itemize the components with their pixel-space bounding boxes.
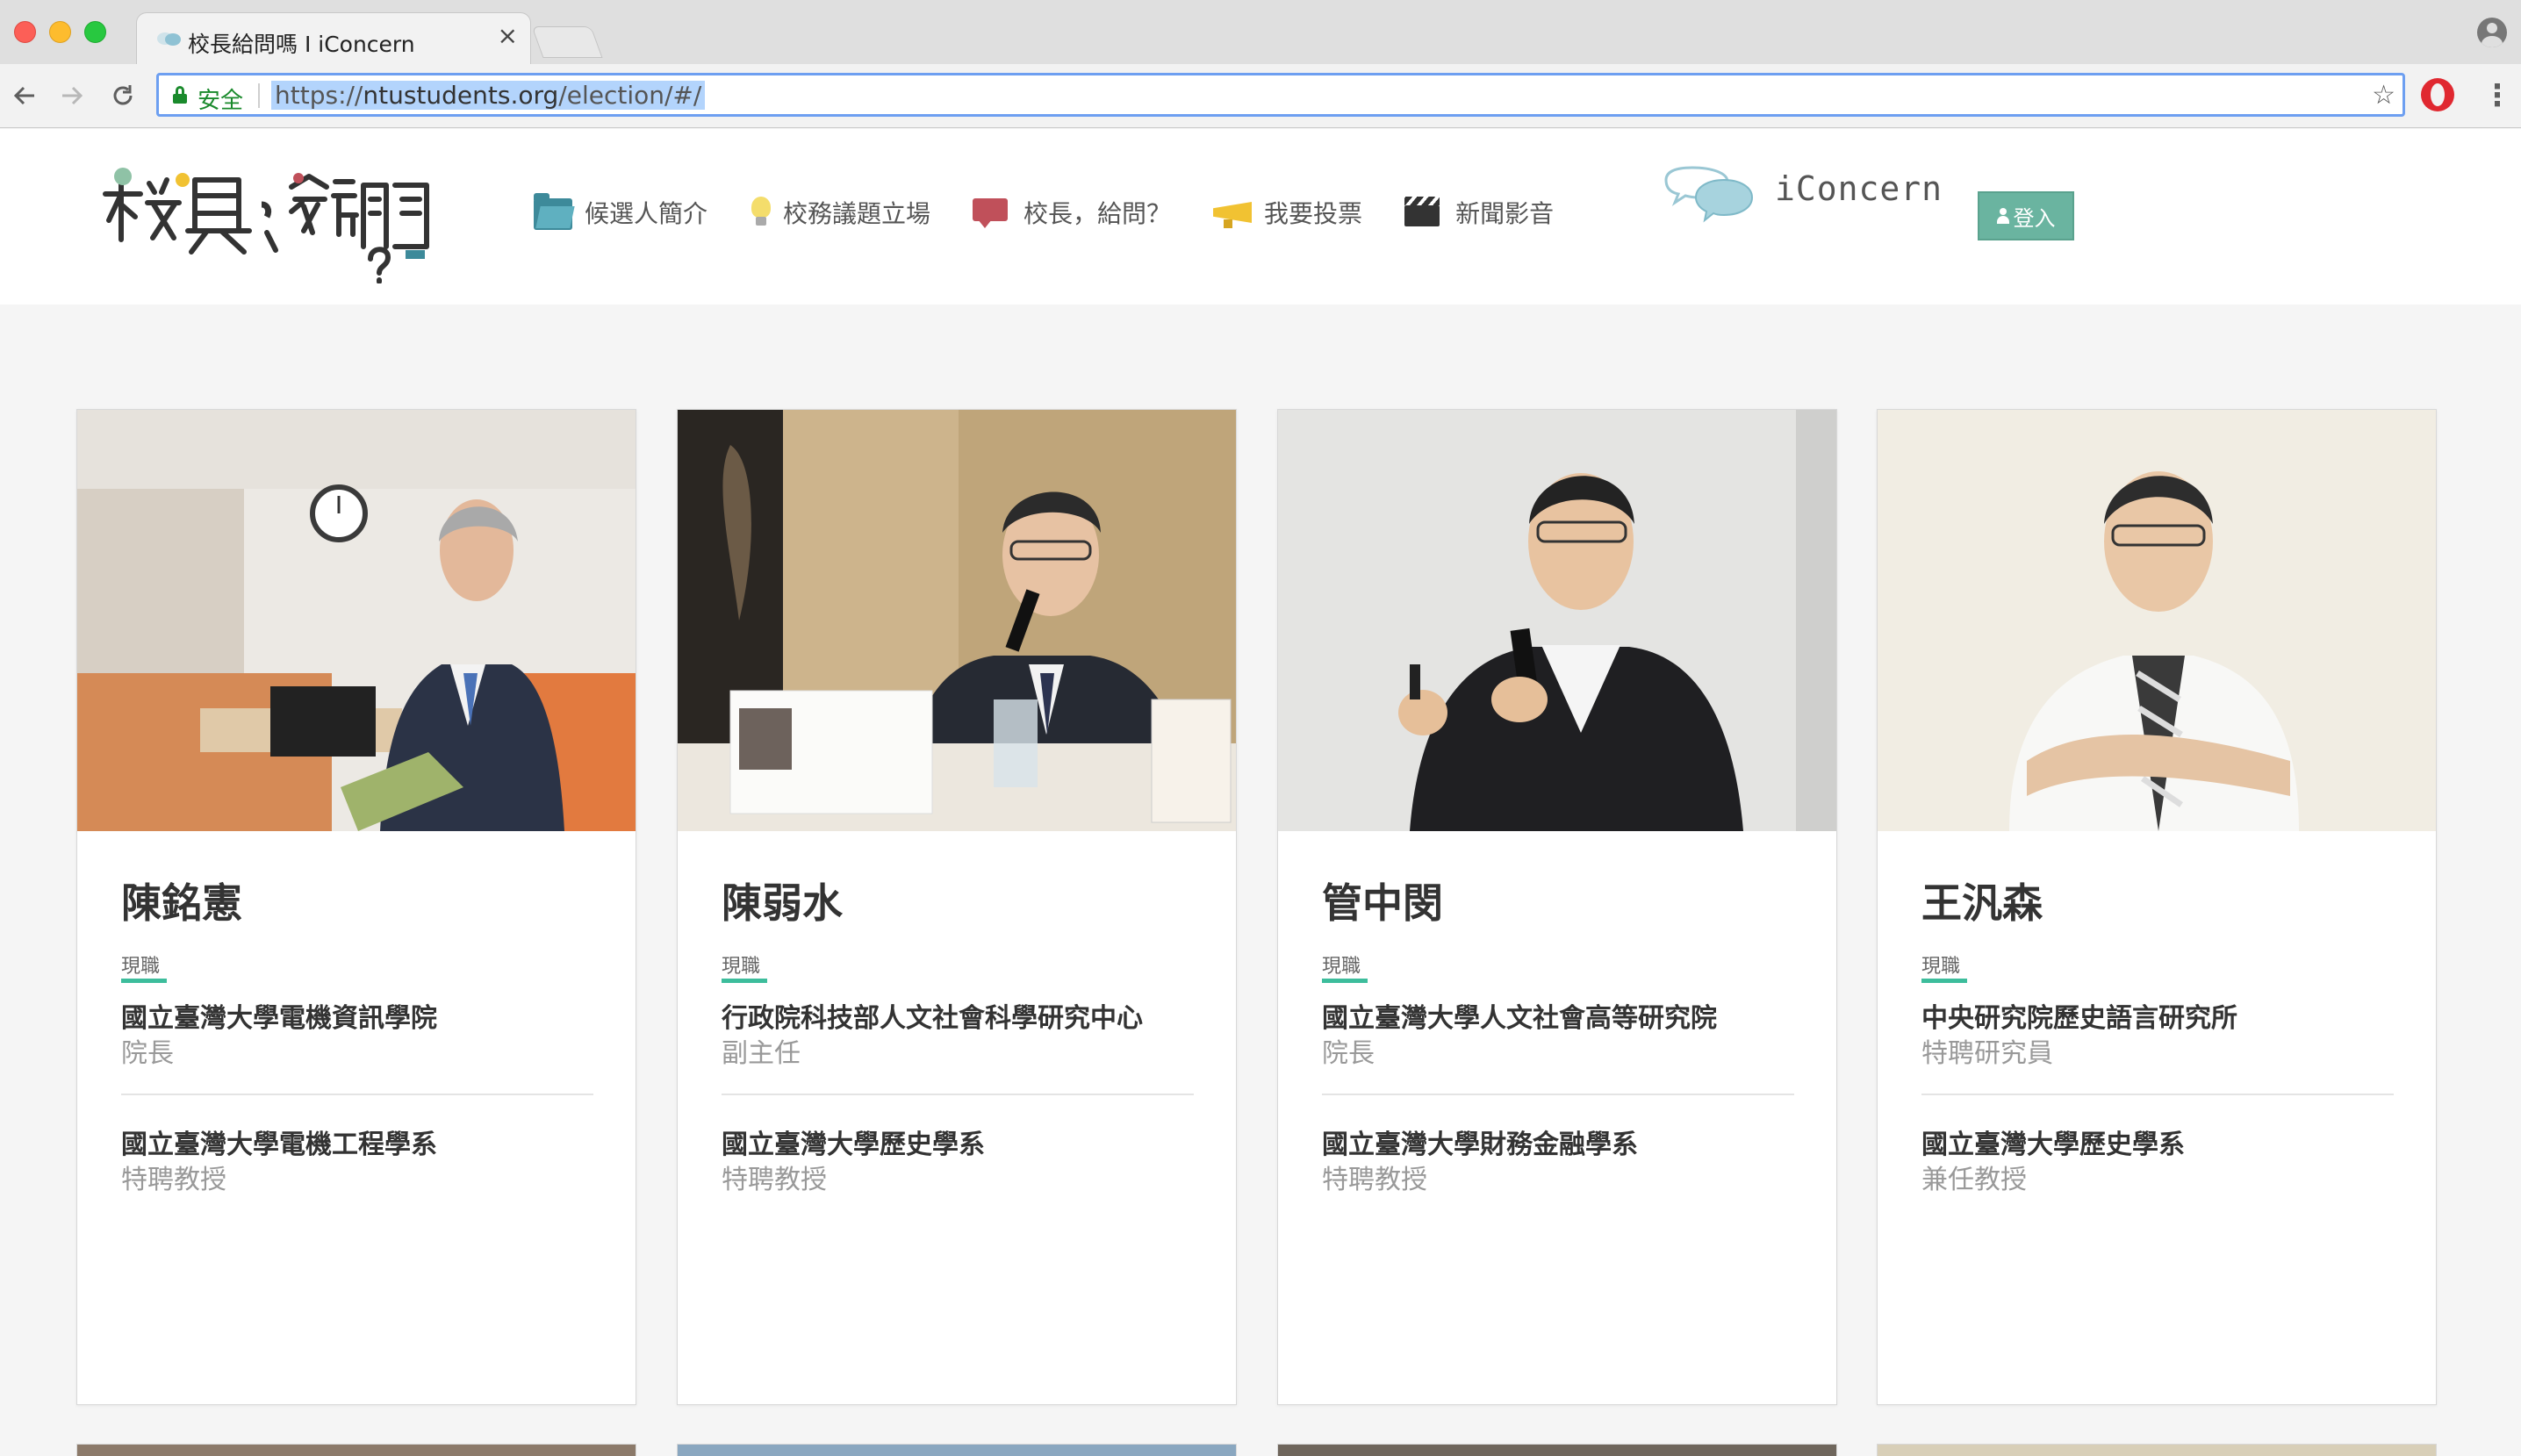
job-entry: 國立臺灣大學電機資訊學院 院長 xyxy=(121,1001,593,1072)
job-title: 兼任教授 xyxy=(1921,1165,2027,1195)
candidate-card-partial[interactable] xyxy=(677,1444,1237,1456)
candidate-card[interactable]: 管中閔 現職 國立臺灣大學人文社會高等研究院 院長 國立臺灣大學財務金融學系 特… xyxy=(1277,409,1837,1405)
candidate-photo xyxy=(1278,410,1836,831)
label-underline xyxy=(1921,979,1967,983)
job-entry: 行政院科技部人文社會科學研究中心 副主任 xyxy=(722,1001,1194,1072)
job-title: 院長 xyxy=(121,1038,174,1069)
job-entry: 國立臺灣大學財務金融學系 特聘教授 xyxy=(1322,1128,1794,1198)
job-title: 特聘研究員 xyxy=(1921,1038,2053,1069)
candidate-photo xyxy=(678,410,1236,831)
candidate-photo xyxy=(1878,410,2436,831)
candidate-photo xyxy=(77,410,636,831)
job-organization: 中央研究院歷史語言研究所 xyxy=(1921,1003,2237,1034)
label-underline xyxy=(121,979,167,983)
candidate-name: 陳銘憲 xyxy=(121,879,242,927)
job-entry: 中央研究院歷史語言研究所 特聘研究員 xyxy=(1921,1001,2394,1072)
candidate-card[interactable]: 陳銘憲 現職 國立臺灣大學電機資訊學院 院長 國立臺灣大學電機工程學系 特聘教授 xyxy=(76,409,636,1405)
job-divider xyxy=(1921,1094,2394,1095)
candidate-name: 王汎森 xyxy=(1921,879,2043,927)
job-organization: 行政院科技部人文社會科學研究中心 xyxy=(722,1003,1143,1034)
job-entry: 國立臺灣大學歷史學系 特聘教授 xyxy=(722,1128,1194,1198)
job-organization: 國立臺灣大學人文社會高等研究院 xyxy=(1322,1003,1717,1034)
candidate-card[interactable]: 陳弱水 現職 行政院科技部人文社會科學研究中心 副主任 國立臺灣大學歷史學系 特… xyxy=(677,409,1237,1405)
job-organization: 國立臺灣大學歷史學系 xyxy=(722,1130,985,1160)
candidate-card-partial[interactable] xyxy=(1277,1444,1837,1456)
candidate-card-partial[interactable] xyxy=(76,1444,636,1456)
current-position-label: 現職 xyxy=(722,956,761,978)
job-organization: 國立臺灣大學歷史學系 xyxy=(1921,1130,2185,1160)
candidate-list: 陳銘憲 現職 國立臺灣大學電機資訊學院 院長 國立臺灣大學電機工程學系 特聘教授 xyxy=(0,0,2521,1456)
candidate-name: 陳弱水 xyxy=(722,879,843,927)
label-underline xyxy=(1322,979,1368,983)
job-title: 院長 xyxy=(1322,1038,1375,1069)
job-entry: 國立臺灣大學人文社會高等研究院 院長 xyxy=(1322,1001,1794,1072)
job-entry: 國立臺灣大學歷史學系 兼任教授 xyxy=(1921,1128,2394,1198)
current-position-label: 現職 xyxy=(121,956,161,978)
job-title: 特聘教授 xyxy=(121,1165,226,1195)
browser-window: { "browser": { "tab_title": "校長給問嗎 I iCo… xyxy=(0,0,2521,1456)
job-divider xyxy=(121,1094,593,1095)
current-position-label: 現職 xyxy=(1921,956,1961,978)
job-divider xyxy=(722,1094,1194,1095)
label-underline xyxy=(722,979,767,983)
job-organization: 國立臺灣大學財務金融學系 xyxy=(1322,1130,1638,1160)
job-title: 特聘教授 xyxy=(722,1165,827,1195)
job-organization: 國立臺灣大學電機工程學系 xyxy=(121,1130,437,1160)
job-entry: 國立臺灣大學電機工程學系 特聘教授 xyxy=(121,1128,593,1198)
job-divider xyxy=(1322,1094,1794,1095)
job-organization: 國立臺灣大學電機資訊學院 xyxy=(121,1003,437,1034)
candidate-card[interactable]: 王汎森 現職 中央研究院歷史語言研究所 特聘研究員 國立臺灣大學歷史學系 兼任教… xyxy=(1877,409,2437,1405)
job-title: 副主任 xyxy=(722,1038,801,1069)
job-title: 特聘教授 xyxy=(1322,1165,1427,1195)
current-position-label: 現職 xyxy=(1322,956,1361,978)
candidate-name: 管中閔 xyxy=(1322,879,1443,927)
candidate-card-partial[interactable] xyxy=(1877,1444,2437,1456)
